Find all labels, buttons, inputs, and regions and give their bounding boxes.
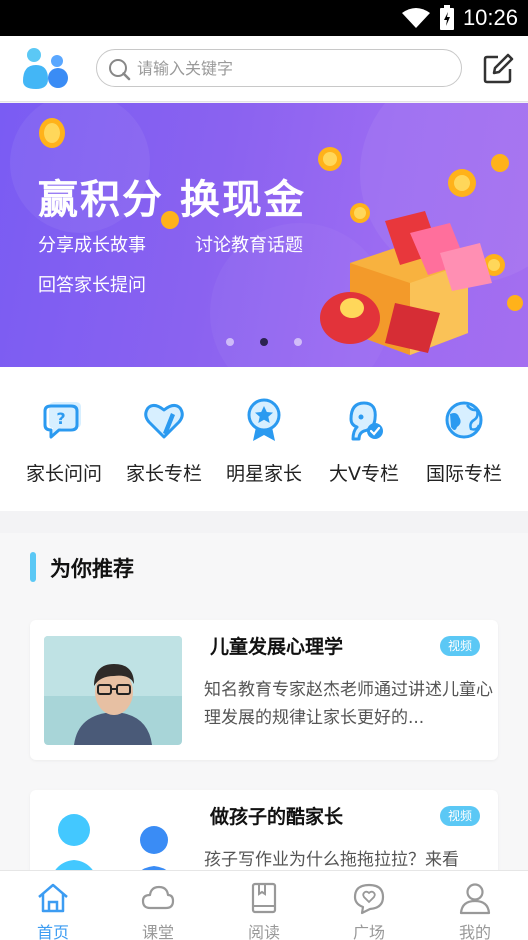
- search-bar[interactable]: 请输入关键字: [96, 49, 462, 87]
- category-label: 明星家长: [225, 463, 302, 485]
- chat-heart-icon: [353, 883, 385, 915]
- tab-label: 首页: [36, 923, 69, 940]
- tab-label: 我的: [458, 923, 491, 940]
- app-logo[interactable]: [20, 45, 70, 91]
- category-parents-column[interactable]: 家长专栏: [114, 397, 214, 486]
- tab-reading[interactable]: 阅读: [228, 881, 300, 940]
- section-title: 为你推荐: [50, 557, 134, 581]
- card-title: 做孩子的酷家长: [210, 806, 344, 828]
- video-tag: 视频: [440, 806, 480, 826]
- tab-label: 阅读: [247, 923, 280, 940]
- card-title: 儿童发展心理学: [210, 636, 344, 658]
- cloud-icon: [141, 885, 175, 910]
- tab-label: 广场: [352, 923, 385, 940]
- promo-banner[interactable]: 赢积分 换现金 分享成长故事 讨论教育话题 回答家长提问: [0, 103, 528, 367]
- coin-icon: [39, 118, 65, 148]
- user-icon: [459, 883, 491, 915]
- app-screen: 10:26 请输入关键字 赢积分 换现金 分享成长故事 讨论教育话题 回答家长提…: [0, 0, 528, 940]
- banner-line-share: 分享成长故事: [38, 235, 146, 256]
- tab-classroom[interactable]: 课堂: [122, 881, 194, 940]
- battery-icon: [439, 5, 454, 30]
- card-description: 知名教育专家赵杰老师通过讲述儿童心理发展的规律让家长更好的...: [204, 680, 493, 728]
- tab-home[interactable]: 首页: [17, 881, 89, 940]
- category-row: ? 家长问问 家长专栏 明星家长 大V专栏 国际专栏: [0, 367, 528, 511]
- banner-pagination: [226, 338, 302, 346]
- top-header: 请输入关键字: [0, 36, 528, 102]
- category-label: 国际专栏: [425, 463, 502, 485]
- home-icon: [38, 883, 68, 913]
- video-thumbnail[interactable]: [44, 636, 182, 745]
- category-international[interactable]: 国际专栏: [414, 397, 514, 486]
- question-chat-icon: ?: [43, 402, 81, 439]
- category-parents-ask[interactable]: ? 家长问问: [14, 397, 114, 486]
- book-icon: [251, 882, 277, 914]
- svg-text:?: ?: [56, 409, 65, 428]
- recommend-card[interactable]: 儿童发展心理学 视频 知名教育专家赵杰老师通过讲述儿童心理发展的规律让家长更好的…: [30, 620, 498, 760]
- status-bar: 10:26: [0, 0, 528, 36]
- banner-headline: 赢积分 换现金: [38, 177, 306, 223]
- tab-mine[interactable]: 我的: [439, 881, 511, 940]
- tab-label: 课堂: [141, 923, 174, 940]
- globe-icon: [445, 401, 483, 439]
- clock: 10:26: [462, 5, 518, 30]
- category-bigv-column[interactable]: 大V专栏: [314, 397, 414, 486]
- heart-pen-icon: [144, 403, 184, 439]
- bottom-tab-bar: 首页 课堂 阅读 广场 我的: [0, 870, 528, 940]
- tab-square[interactable]: 广场: [333, 881, 405, 940]
- star-medal-icon: [247, 398, 281, 441]
- wifi-icon: [401, 8, 430, 28]
- category-label: 家长问问: [25, 463, 102, 485]
- category-label: 大V专栏: [329, 463, 399, 485]
- pagination-dot[interactable]: [294, 338, 302, 346]
- banner-line-discuss: 讨论教育话题: [195, 235, 303, 256]
- banner-line-answer: 回答家长提问: [38, 275, 146, 296]
- category-star-parents[interactable]: 明星家长: [214, 397, 314, 486]
- category-label: 家长专栏: [125, 463, 202, 485]
- edit-icon[interactable]: [482, 53, 514, 85]
- section-accent-bar: [30, 552, 36, 582]
- search-icon: [109, 59, 131, 81]
- pagination-dot[interactable]: [226, 338, 234, 346]
- search-placeholder: 请输入关键字: [137, 59, 234, 78]
- verified-user-icon: [349, 401, 383, 441]
- pagination-dot-active[interactable]: [260, 338, 268, 346]
- video-tag: 视频: [440, 636, 480, 656]
